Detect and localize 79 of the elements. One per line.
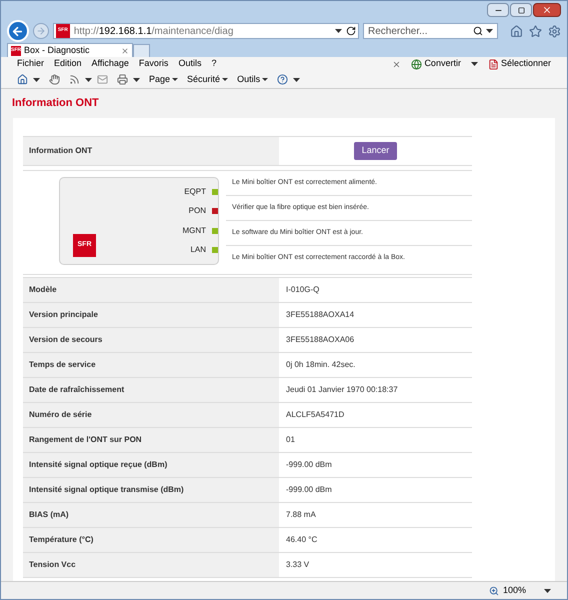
table-cell-text: -999.00 dBm bbox=[285, 484, 333, 496]
printer-icon[interactable] bbox=[117, 74, 128, 85]
led-label: MGNT bbox=[182, 224, 206, 237]
led-label: LAN bbox=[190, 244, 206, 256]
menu-item[interactable]: Affichage bbox=[92, 57, 129, 71]
table-cell-text: 7.88 mA bbox=[285, 509, 317, 521]
toolbar-button[interactable]: Convertir bbox=[424, 57, 461, 71]
table-cell: Rangement de l'ONT sur PON bbox=[23, 428, 279, 452]
menu-item[interactable]: Fichier bbox=[17, 57, 44, 71]
caret-icon[interactable] bbox=[85, 78, 92, 82]
table-cell-text: -999.00 dBm bbox=[285, 459, 333, 471]
table-cell: Température (°C) bbox=[23, 528, 279, 552]
search-icon[interactable] bbox=[473, 26, 483, 36]
refresh-icon[interactable] bbox=[346, 26, 356, 36]
command-menu[interactable]: Page bbox=[149, 72, 178, 86]
table-cell: Numéro de série bbox=[23, 403, 279, 427]
zoom-level[interactable]: 100% bbox=[502, 584, 526, 598]
feed-icon[interactable] bbox=[69, 74, 80, 85]
close-button[interactable] bbox=[533, 3, 561, 17]
led-label: PON bbox=[188, 205, 206, 218]
maximize-button[interactable] bbox=[510, 3, 532, 17]
table-cell: Tension Vcc bbox=[23, 553, 279, 577]
caret-icon[interactable] bbox=[470, 62, 478, 66]
document-icon bbox=[488, 58, 499, 70]
menu-item[interactable]: Favoris bbox=[138, 57, 168, 71]
menu-item[interactable]: ? bbox=[211, 57, 216, 71]
caret-icon[interactable] bbox=[293, 78, 300, 82]
settings-icon[interactable] bbox=[548, 24, 561, 38]
caret-icon[interactable] bbox=[33, 78, 40, 82]
table-cell-text: Jeudi 01 Janvier 1970 00:18:37 bbox=[285, 384, 399, 396]
home-icon[interactable] bbox=[17, 74, 28, 85]
table-cell-text: I-010G-Q bbox=[285, 284, 320, 296]
table-cell: Modèle bbox=[23, 278, 279, 302]
table-cell-text: ALCLF5A5471D bbox=[285, 409, 346, 421]
star-icon[interactable] bbox=[529, 24, 542, 38]
back-button[interactable] bbox=[7, 20, 29, 42]
table-cell-text: 3FE55188AOXA14 bbox=[285, 309, 356, 321]
page-title: Information ONT bbox=[11, 96, 100, 111]
home-icon[interactable] bbox=[510, 24, 523, 38]
table-cell-text: 0j 0h 18min. 42sec. bbox=[285, 359, 356, 371]
launch-button[interactable]: Lancer bbox=[354, 142, 398, 160]
caret-icon[interactable] bbox=[486, 29, 493, 33]
close-icon[interactable] bbox=[392, 60, 402, 68]
caret-icon[interactable] bbox=[133, 78, 140, 82]
command-menu[interactable]: Outils bbox=[237, 72, 268, 86]
table-cell: Version principale bbox=[23, 303, 279, 327]
caret-icon bbox=[222, 78, 228, 81]
menu-item[interactable]: Outils bbox=[178, 57, 202, 71]
search-input[interactable]: Rechercher... bbox=[368, 24, 473, 38]
table-cell: Intensité signal optique transmise (dBm) bbox=[23, 478, 279, 502]
help-icon[interactable] bbox=[277, 74, 288, 85]
caret-icon bbox=[262, 78, 268, 81]
table-cell-text: 3.33 V bbox=[285, 559, 310, 571]
close-tab-icon[interactable] bbox=[121, 46, 129, 54]
forward-arrow-icon bbox=[36, 26, 46, 36]
zoom-icon bbox=[488, 586, 499, 596]
mail-icon[interactable] bbox=[97, 74, 108, 85]
table-cell-text: 46.40 °C bbox=[285, 534, 318, 546]
table-cell-text: 01 bbox=[285, 434, 296, 446]
caret-icon[interactable] bbox=[544, 588, 551, 592]
table-cell: Version de secours bbox=[23, 328, 279, 352]
table-cell: Intensité signal optique reçue (dBm) bbox=[23, 453, 279, 477]
table-cell: BIAS (mA) bbox=[23, 503, 279, 527]
menu-item[interactable]: Edition bbox=[54, 57, 82, 71]
globe-icon bbox=[411, 58, 422, 70]
back-arrow-icon bbox=[11, 24, 24, 38]
caret-icon[interactable] bbox=[335, 29, 342, 33]
section-label: Information ONT bbox=[23, 137, 279, 165]
table-cell: Temps de service bbox=[23, 353, 279, 377]
table-cell-text: 3FE55188AOXA06 bbox=[285, 334, 356, 346]
caret-icon bbox=[172, 78, 178, 81]
toolbar-button[interactable]: Sélectionner bbox=[500, 57, 551, 71]
command-menu[interactable]: Sécurité bbox=[187, 72, 228, 86]
led-label: EQPT bbox=[184, 186, 206, 198]
hand-icon[interactable] bbox=[49, 74, 60, 85]
search-field[interactable]: Rechercher... bbox=[363, 23, 498, 39]
close-icon bbox=[542, 5, 552, 15]
table-cell: Date de rafraîchissement bbox=[23, 378, 279, 402]
maximize-icon bbox=[518, 6, 524, 14]
